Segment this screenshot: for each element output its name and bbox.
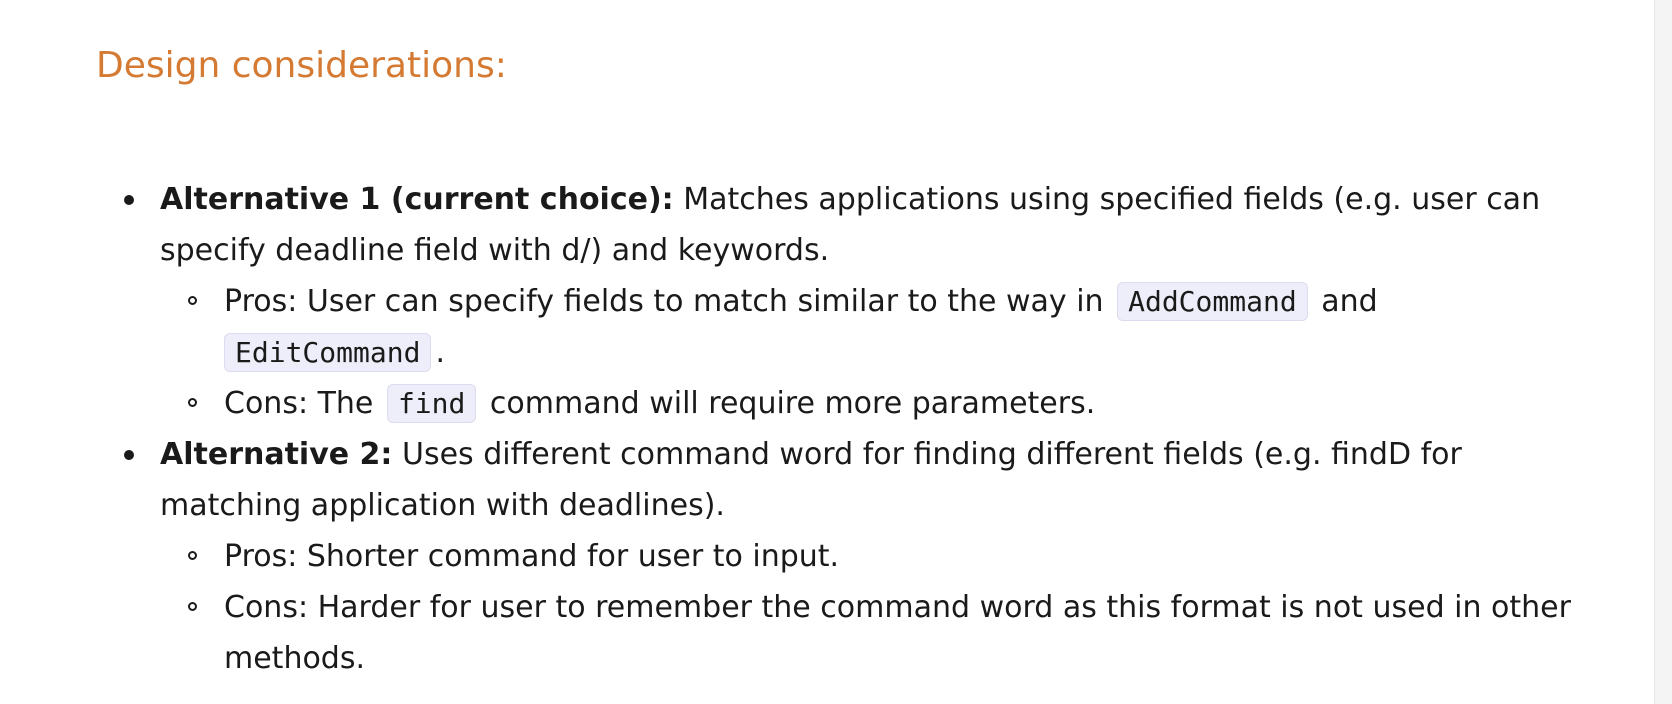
document-page: Design considerations: Alternative 1 (cu… [0, 0, 1655, 704]
alternative-1-sublist: Pros: User can specify fields to match s… [160, 276, 1576, 429]
alternative-1-cons-prefix: Cons: The [224, 386, 374, 421]
alternatives-list: Alternative 1 (current choice): Matches … [96, 174, 1576, 684]
list-item-alternative-2: Alternative 2: Uses different command wo… [96, 429, 1576, 684]
alternative-1-cons-suffix: command will require more parameters. [489, 386, 1096, 421]
alternative-2-text: Alternative 2: Uses different command wo… [160, 429, 1576, 531]
alternative-1-label: Alternative 1 (current choice): [160, 182, 674, 217]
alternative-2-pros: Pros: Shorter command for user to input. [160, 531, 1576, 582]
alternative-1-text: Alternative 1 (current choice): Matches … [160, 174, 1576, 276]
alternative-1-cons: Cons: The find command will require more… [160, 378, 1576, 429]
alternative-2-cons: Cons: Harder for user to remember the co… [160, 582, 1576, 684]
editcommand-code: EditCommand [224, 333, 432, 372]
list-item-alternative-1: Alternative 1 (current choice): Matches … [96, 174, 1576, 429]
scrollbar-track[interactable] [1654, 0, 1672, 704]
addcommand-code: AddCommand [1117, 282, 1308, 321]
alternative-1-pros-middle: and [1321, 284, 1378, 319]
document-content: Design considerations: Alternative 1 (cu… [96, 40, 1576, 684]
alternative-1-pros-suffix: . [435, 335, 445, 370]
find-code: find [386, 384, 477, 423]
alternative-2-label: Alternative 2: [160, 437, 393, 472]
alternative-1-pros-prefix: Pros: User can specify fields to match s… [224, 284, 1104, 319]
alternative-1-pros-end: EditCommand. [224, 333, 445, 372]
section-heading: Design considerations: [96, 45, 507, 86]
alternative-1-pros: Pros: User can specify fields to match s… [160, 276, 1576, 378]
alternative-2-sublist: Pros: Shorter command for user to input.… [160, 531, 1576, 684]
